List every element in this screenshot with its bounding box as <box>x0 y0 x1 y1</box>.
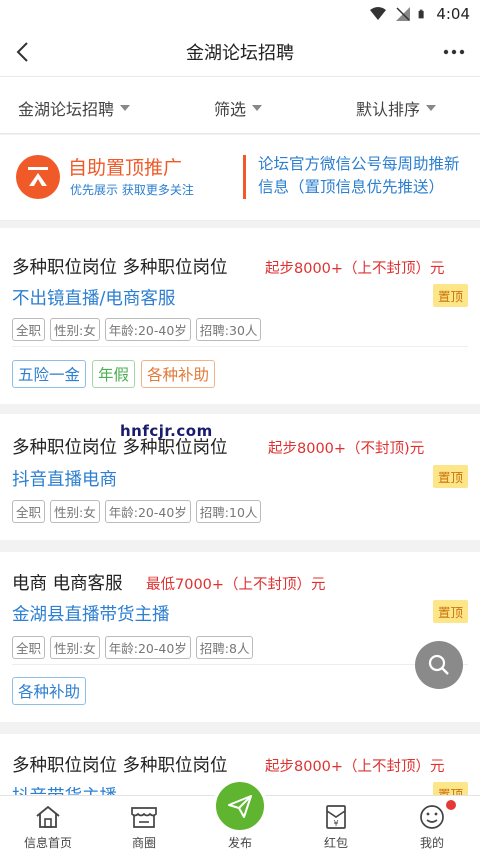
no-signal-icon <box>396 7 411 21</box>
job-subtitle: 不出镜直播/电商客服 <box>12 289 176 309</box>
tag-job-type: 全职 <box>12 636 46 659</box>
top-promo-logo-icon <box>16 155 60 199</box>
smiley-icon <box>418 803 446 831</box>
red-envelope-icon: ¥ <box>322 803 350 831</box>
job-card[interactable]: 多种职位岗位 多种职位岗位 起步8000+（上不封顶）元 不出镜直播/电商客服 … <box>0 228 480 404</box>
caret-down-icon <box>252 105 263 111</box>
job-tags: 全职 性别:女 年龄:20-40岁 招聘:30人 <box>12 318 262 341</box>
tab-label: 商圈 <box>131 836 156 850</box>
promo-title: 自助置顶推广 <box>68 157 183 179</box>
post-button[interactable] <box>213 779 267 833</box>
store-icon <box>130 803 158 831</box>
tag-gender: 性别:女 <box>50 636 100 659</box>
filter-screen-label: 筛选 <box>214 100 247 119</box>
send-icon <box>228 795 252 818</box>
tab-red-envelope[interactable]: ¥ 红包 <box>288 796 384 854</box>
benefit-tag: 各种补助 <box>141 360 216 388</box>
more-dots-icon <box>443 49 465 55</box>
benefit-tag: 五险一金 <box>12 360 87 388</box>
nav-bar: 金湖论坛招聘 <box>0 28 480 76</box>
caret-down-icon <box>120 105 131 111</box>
more-button[interactable] <box>442 42 466 62</box>
status-bar: 4:04 <box>0 0 480 28</box>
wifi-icon <box>370 7 387 20</box>
promo-divider <box>243 155 246 199</box>
tab-mine[interactable]: 我的 <box>384 796 480 854</box>
job-subtitle: 抖音直播电商 <box>12 470 117 490</box>
tab-label: 红包 <box>323 836 348 850</box>
filter-sort[interactable]: 默认排序 <box>356 96 437 120</box>
filter-category-label: 金湖论坛招聘 <box>18 100 115 119</box>
home-icon <box>34 803 62 831</box>
job-salary: 起步8000+（上不封顶）元 <box>265 759 445 775</box>
benefit-tag: 各种补助 <box>12 677 87 705</box>
job-salary: 起步8000+（不封顶)元 <box>268 441 425 457</box>
filter-screen[interactable]: 筛选 <box>214 96 263 120</box>
filter-sort-label: 默认排序 <box>356 100 421 119</box>
pinned-badge: 置顶 <box>432 465 468 488</box>
tag-age: 年龄:20-40岁 <box>104 500 191 523</box>
divider <box>12 346 468 347</box>
svg-text:¥: ¥ <box>333 819 338 828</box>
divider <box>12 664 468 665</box>
job-title: 多种职位岗位 多种职位岗位 <box>12 756 228 776</box>
promo-banner[interactable]: 自助置顶推广 优先展示 获取更多关注 论坛官方微信公号每周助推新信息（置顶信息优… <box>0 135 480 221</box>
tab-business[interactable]: 商圈 <box>96 796 192 854</box>
job-title: 电商 电商客服 <box>12 574 123 594</box>
screen: 4:04 金湖论坛招聘 金湖论坛招聘 筛选 默认排序 自助置顶推广 优先展示 获… <box>0 0 480 854</box>
pinned-badge: 置顶 <box>432 600 468 623</box>
tag-gender: 性别:女 <box>50 318 100 341</box>
tag-job-type: 全职 <box>12 500 46 523</box>
tag-gender: 性别:女 <box>50 500 100 523</box>
tag-headcount: 招聘:8人 <box>195 636 254 659</box>
status-time: 4:04 <box>436 5 470 23</box>
notification-dot <box>446 800 456 810</box>
caret-down-icon <box>426 105 437 111</box>
tag-age: 年龄:20-40岁 <box>104 636 191 659</box>
search-button[interactable] <box>415 641 463 689</box>
tab-home[interactable]: 信息首页 <box>0 796 96 854</box>
job-salary: 最低7000+（上不封顶）元 <box>146 577 326 593</box>
job-card[interactable]: 多种职位岗位 多种职位岗位 起步8000+（不封顶)元 抖音直播电商 置顶 全职… <box>0 414 480 540</box>
job-subtitle: 金湖县直播带货主播 <box>12 605 170 625</box>
tag-headcount: 招聘:10人 <box>195 500 262 523</box>
tag-job-type: 全职 <box>12 318 46 341</box>
pinned-badge: 置顶 <box>432 782 468 796</box>
job-tags: 全职 性别:女 年龄:20-40岁 招聘:10人 <box>12 500 262 523</box>
job-card[interactable]: 电商 电商客服 最低7000+（上不封顶）元 金湖县直播带货主播 置顶 全职 性… <box>0 552 480 722</box>
tab-label: 我的 <box>419 836 444 850</box>
search-icon <box>428 654 449 675</box>
page-title: 金湖论坛招聘 <box>186 43 294 64</box>
tag-age: 年龄:20-40岁 <box>104 318 191 341</box>
battery-icon <box>418 9 424 19</box>
job-benefits: 各种补助 <box>12 677 87 705</box>
filter-category[interactable]: 金湖论坛招聘 <box>18 96 131 120</box>
tag-headcount: 招聘:30人 <box>195 318 262 341</box>
tab-label: 发布 <box>227 836 252 850</box>
watermark: hnfcjr.com <box>120 422 213 440</box>
job-title: 多种职位岗位 多种职位岗位 <box>12 258 228 278</box>
job-salary: 起步8000+（上不封顶）元 <box>265 261 445 277</box>
promo-wechat-text: 论坛官方微信公号每周助推新信息（置顶信息优先推送） <box>258 155 460 196</box>
back-button[interactable] <box>8 38 36 66</box>
job-benefits: 五险一金 年假 各种补助 <box>12 360 216 388</box>
filter-bar: 金湖论坛招聘 筛选 默认排序 <box>0 76 480 134</box>
tab-label: 信息首页 <box>23 836 72 850</box>
benefit-tag: 年假 <box>92 360 136 388</box>
pinned-badge: 置顶 <box>432 284 468 307</box>
promo-subtitle: 优先展示 获取更多关注 <box>70 183 194 197</box>
chevron-left-icon <box>16 42 28 62</box>
job-tags: 全职 性别:女 年龄:20-40岁 招聘:8人 <box>12 636 254 659</box>
